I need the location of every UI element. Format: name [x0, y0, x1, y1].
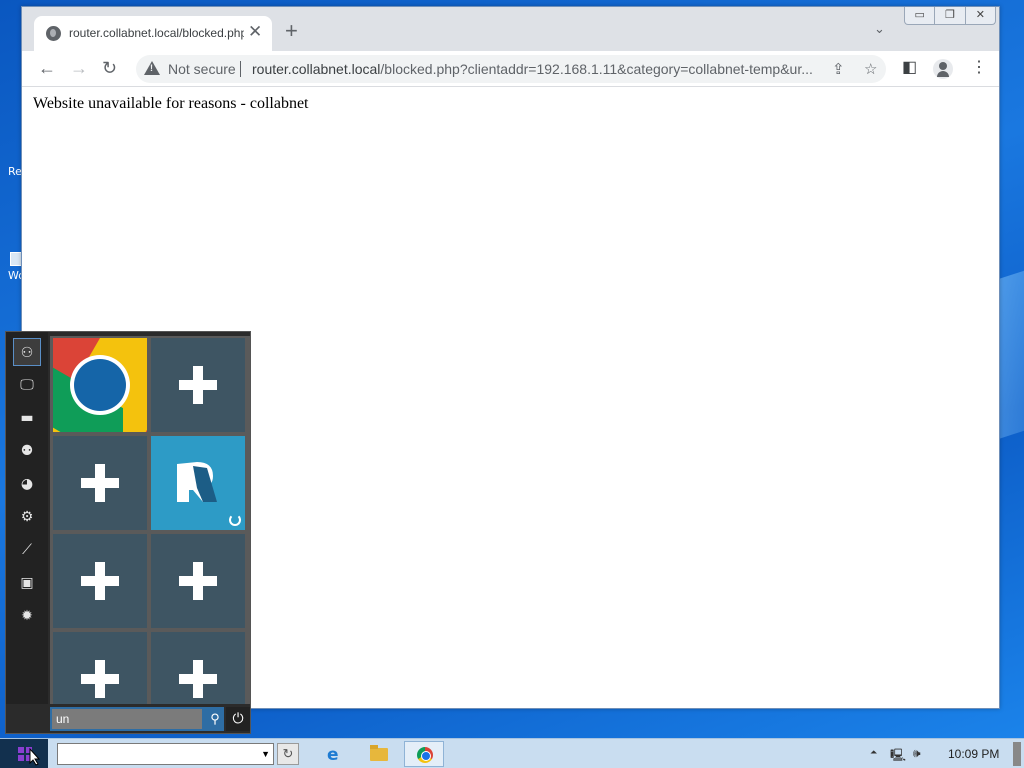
taskbar-edge-app[interactable]: e	[314, 741, 354, 767]
plus-icon	[179, 660, 217, 698]
chart-icon[interactable]: ⟋	[13, 536, 41, 564]
start-menu-rail: ⚇ 🖵 ▬ ⚉ ◕ ⚙ ⟋ ▣ ✹	[6, 332, 48, 704]
chrome-tile[interactable]	[53, 338, 147, 432]
edge-icon: e	[327, 745, 339, 765]
plus-icon	[81, 464, 119, 502]
start-menu: ⚇ 🖵 ▬ ⚉ ◕ ⚙ ⟋ ▣ ✹ ⚲ ⏻	[5, 331, 251, 734]
add-tile[interactable]	[53, 436, 147, 530]
plus-icon	[179, 562, 217, 600]
chrome-icon	[74, 359, 126, 411]
tab-close-icon[interactable]: ✕	[248, 23, 262, 41]
desktop-icon-label[interactable]: Re	[8, 165, 22, 178]
add-tile[interactable]	[53, 632, 147, 704]
maximize-button[interactable]: ❐	[935, 7, 966, 24]
page-message: Website unavailable for reasons - collab…	[33, 95, 309, 112]
taskbar-clock[interactable]: 10:09 PM	[948, 747, 999, 761]
url-path: /blocked.php?clientaddr=192.168.1.11&cat…	[380, 61, 813, 77]
users-icon[interactable]: ⚉	[13, 437, 41, 465]
taskbar: ▼ ↻ e ⏶ 🖳 🕪 10:09 PM	[0, 738, 1024, 768]
reload-button[interactable]: ↻	[102, 58, 117, 78]
folder-icon[interactable]: ▬	[13, 404, 41, 432]
volume-icon[interactable]: 🕪	[913, 746, 921, 761]
taskbar-chrome-app[interactable]	[404, 741, 444, 767]
tray-overflow-chevron-icon[interactable]: ⏶	[870, 748, 877, 758]
browser-menu-icon[interactable]: ⋮	[971, 59, 987, 77]
share-icon[interactable]: ⇪	[832, 60, 845, 78]
monitor-icon[interactable]: 🖵	[13, 371, 41, 399]
display-icon[interactable]: ▣	[13, 569, 41, 597]
browser-toolbar: ← → ↻ Not secure router.collabnet.local/…	[22, 51, 999, 87]
tab-search-chevron-icon[interactable]: ⌄	[874, 21, 885, 37]
power-icon[interactable]: ⏻	[226, 707, 250, 731]
start-search-input[interactable]	[52, 709, 202, 729]
globe-icon	[46, 26, 61, 41]
url-text[interactable]: router.collabnet.local/blocked.php?clien…	[252, 61, 832, 77]
add-tile[interactable]	[151, 632, 245, 704]
window-controls: ▭ ❐ ✕	[904, 7, 996, 25]
browser-tabstrip: router.collabnet.local/blocked.php ✕ + ⌄…	[22, 7, 999, 51]
dropdown-arrow-icon[interactable]: ▼	[261, 749, 270, 759]
search-icon[interactable]: ⚲	[206, 707, 224, 731]
back-button[interactable]: ←	[38, 58, 56, 78]
r-app-icon	[177, 462, 217, 502]
settings-gears-icon[interactable]: ⚙	[13, 503, 41, 531]
add-tile[interactable]	[151, 534, 245, 628]
taskbar-explorer-app[interactable]	[359, 741, 399, 767]
plus-icon	[81, 562, 119, 600]
refresh-badge-icon	[229, 514, 241, 526]
address-bar[interactable]: Not secure router.collabnet.local/blocke…	[136, 55, 886, 83]
minimize-button[interactable]: ▭	[905, 7, 936, 24]
browser-tab[interactable]: router.collabnet.local/blocked.php ✕	[34, 16, 272, 51]
security-status[interactable]: Not secure	[168, 61, 236, 77]
omnibox-divider	[240, 61, 241, 77]
taskbar-address-combo[interactable]: ▼	[57, 743, 274, 765]
show-desktop-button[interactable]	[1013, 742, 1021, 766]
side-panel-icon[interactable]: ◧	[902, 59, 917, 77]
plus-icon	[179, 366, 217, 404]
plus-icon	[81, 660, 119, 698]
network-tray-icon[interactable]: 🖳	[890, 746, 906, 767]
network-icon[interactable]: ◕	[13, 470, 41, 498]
bookmark-star-icon[interactable]: ☆	[864, 60, 877, 78]
taskbar-go-button[interactable]: ↻	[277, 743, 299, 765]
url-host: router.collabnet.local	[252, 61, 381, 77]
tab-title: router.collabnet.local/blocked.php	[69, 26, 244, 40]
add-tile[interactable]	[53, 534, 147, 628]
user-icon[interactable]: ⚇	[13, 338, 41, 366]
file-explorer-icon	[370, 745, 388, 761]
start-tiles	[50, 336, 250, 704]
close-window-button[interactable]: ✕	[966, 7, 995, 24]
chrome-icon	[417, 747, 433, 763]
add-tile[interactable]	[151, 338, 245, 432]
mouse-cursor-icon	[29, 748, 41, 766]
profile-avatar-icon[interactable]	[933, 59, 953, 79]
new-tab-button[interactable]: +	[285, 20, 298, 42]
warning-icon[interactable]	[144, 61, 160, 75]
r-app-tile[interactable]	[151, 436, 245, 530]
gear-icon[interactable]: ✹	[13, 602, 41, 630]
start-search-box	[50, 707, 206, 731]
forward-button[interactable]: →	[70, 58, 88, 78]
